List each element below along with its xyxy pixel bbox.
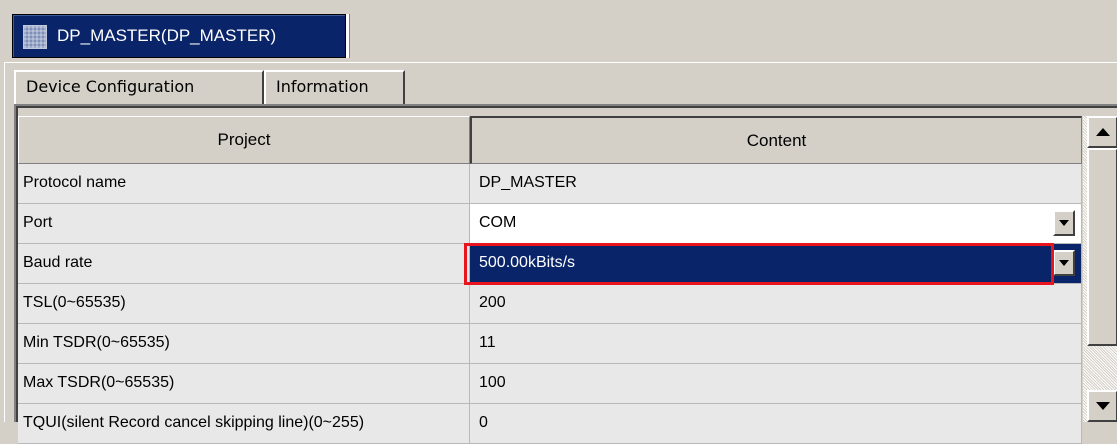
row-name-tqui: TQUI(silent Record cancel skipping line)… (18, 404, 470, 444)
tab-information[interactable]: Information (264, 70, 405, 104)
row-value-protocol[interactable]: DP_MASTER (470, 164, 1082, 204)
scrollbar-thumb[interactable] (1087, 148, 1117, 346)
row-name-baud-rate: Baud rate (18, 244, 470, 284)
table-row[interactable]: Min TSDR(0~65535) 11 (18, 324, 1082, 364)
row-value-tqui[interactable]: 0 (470, 404, 1082, 444)
row-value-min-tsdr[interactable]: 11 (470, 324, 1082, 364)
table-row[interactable]: Max TSDR(0~65535) 100 (18, 364, 1082, 404)
table-row[interactable]: Port COM (18, 204, 1082, 244)
tab-divider-shadow (349, 14, 350, 58)
baud-rate-dropdown-value: 500.00kBits/s (479, 254, 576, 271)
row-name-min-tsdr: Min TSDR(0~65535) (18, 324, 470, 364)
row-name-protocol: Protocol name (18, 164, 470, 204)
tab-device-configuration[interactable]: Device Configuration (14, 70, 264, 104)
scroll-down-arrow-icon[interactable] (1087, 390, 1117, 422)
table-row[interactable]: TSL(0~65535) 200 (18, 284, 1082, 324)
scroll-up-arrow-icon[interactable] (1087, 116, 1117, 148)
column-header-project[interactable]: Project (18, 116, 470, 164)
document-tab-label: DP_MASTER(DP_MASTER) (57, 26, 277, 45)
row-name-port: Port (18, 204, 470, 244)
chevron-down-icon[interactable] (1053, 250, 1075, 276)
port-dropdown-value: COM (479, 214, 517, 231)
document-tab-strip: DP_MASTER(DP_MASTER) (0, 0, 1117, 60)
chevron-down-icon[interactable] (1053, 210, 1075, 236)
table-row[interactable]: Baud rate 500.00kBits/s (18, 244, 1082, 284)
document-tab-dp-master[interactable]: DP_MASTER(DP_MASTER) (12, 14, 346, 58)
row-name-tsl: TSL(0~65535) (18, 284, 470, 324)
vertical-scrollbar[interactable] (1082, 116, 1117, 422)
row-value-tsl[interactable]: 200 (470, 284, 1082, 324)
table-row[interactable]: Protocol name DP_MASTER (18, 164, 1082, 204)
baud-rate-dropdown[interactable]: 500.00kBits/s (470, 244, 1082, 284)
port-dropdown[interactable]: COM (470, 204, 1082, 244)
row-value-max-tsdr[interactable]: 100 (470, 364, 1082, 404)
column-header-content[interactable]: Content (470, 116, 1082, 164)
table-row[interactable]: TQUI(silent Record cancel skipping line)… (18, 404, 1082, 444)
grid-module-icon (23, 25, 47, 49)
row-name-max-tsdr: Max TSDR(0~65535) (18, 364, 470, 404)
